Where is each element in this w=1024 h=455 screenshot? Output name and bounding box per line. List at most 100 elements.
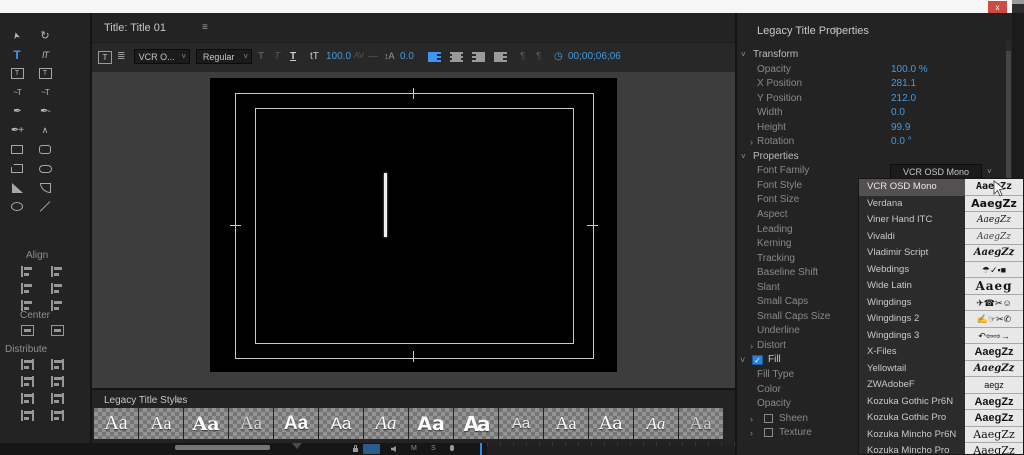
font-option[interactable]: Kozuka Mincho Pro AaegZz: [859, 443, 1023, 455]
delete-anchor-point-tool[interactable]: ✒-: [31, 102, 59, 121]
align-vertical-center-icon[interactable]: [42, 280, 72, 297]
chevron-down-icon[interactable]: ˅: [987, 167, 992, 176]
path-type-tool[interactable]: ~T: [3, 83, 31, 102]
window-close-button[interactable]: x: [988, 1, 1007, 13]
font-option[interactable]: Vivaldi AaegZz: [859, 229, 1023, 246]
style-swatch[interactable]: Aa: [364, 408, 408, 439]
clipped-corner-rectangle-tool[interactable]: [3, 159, 31, 178]
horizontal-scrollbar[interactable]: [175, 445, 270, 450]
align-horizontal-left-icon[interactable]: [12, 263, 42, 280]
underline-icon[interactable]: T: [290, 51, 296, 62]
font-style-select[interactable]: Regular ˅: [196, 49, 252, 64]
font-option[interactable]: Webdings ☂✓▪■: [859, 262, 1023, 279]
style-swatch[interactable]: Aa: [94, 408, 138, 439]
font-option[interactable]: Viner Hand ITC AaegZz: [859, 212, 1023, 229]
font-size-value[interactable]: 100.0: [326, 51, 351, 62]
font-browser-icon[interactable]: T: [98, 51, 112, 64]
convert-anchor-point-tool[interactable]: ∧: [31, 121, 59, 140]
transform-section-header[interactable]: ˅ Transform: [737, 48, 1004, 63]
distribute-vertical-center-icon[interactable]: [42, 373, 72, 390]
style-swatch[interactable]: Aa: [409, 408, 453, 439]
font-option[interactable]: Wingdings 3 ↶⇦⇨→: [859, 328, 1023, 345]
track-target-button[interactable]: [363, 444, 380, 454]
vertical-type-tool[interactable]: IT: [31, 45, 59, 64]
distribute-vertical-bottom-icon[interactable]: [42, 390, 72, 407]
show-video-clock-icon[interactable]: ◷: [554, 51, 563, 62]
area-type-tool[interactable]: T: [3, 64, 31, 83]
mute-button[interactable]: M: [411, 445, 417, 452]
style-swatch[interactable]: Aa: [454, 408, 498, 439]
sheen-checkbox[interactable]: [764, 414, 773, 423]
pen-tool[interactable]: ✒: [3, 102, 31, 121]
texture-checkbox[interactable]: [764, 428, 773, 437]
panel-menu-icon[interactable]: ≡: [176, 395, 182, 406]
arc-tool[interactable]: [31, 178, 59, 197]
font-preview: aegz: [965, 377, 1023, 394]
font-option[interactable]: X-Files AaegZz: [859, 344, 1023, 361]
faux-italic-icon[interactable]: T: [274, 51, 280, 62]
font-family-select[interactable]: VCR O... ˅: [134, 49, 190, 64]
fill-checkbox[interactable]: ✓: [752, 355, 763, 365]
style-swatch[interactable]: Aa: [139, 408, 183, 439]
selection-tool[interactable]: ➤: [3, 26, 31, 45]
speaker-icon[interactable]: [391, 446, 398, 452]
add-anchor-point-tool[interactable]: ✒+: [3, 121, 31, 140]
style-swatch[interactable]: Aa: [544, 408, 588, 439]
faux-bold-icon[interactable]: T: [258, 51, 264, 62]
style-swatch[interactable]: Aa: [634, 408, 678, 439]
style-swatch[interactable]: Aa: [589, 408, 633, 439]
font-option[interactable]: Wingdings 2 ✍☞✂✆: [859, 311, 1023, 328]
style-properties-icon[interactable]: ≣: [117, 51, 125, 62]
leading-value[interactable]: 0.0: [400, 51, 414, 62]
style-swatch[interactable]: Aa: [679, 408, 723, 439]
microphone-icon[interactable]: [450, 445, 454, 451]
distribute-horizontal-left-icon[interactable]: [12, 356, 42, 373]
font-preview: ✍☞✂✆: [965, 311, 1023, 328]
properties-section-header[interactable]: ˅ Properties: [737, 150, 1004, 165]
distribute-vertical-top-icon[interactable]: [42, 356, 72, 373]
font-option[interactable]: Kozuka Mincho Pr6N AaegZz: [859, 427, 1023, 444]
title-canvas[interactable]: [92, 72, 735, 388]
align-vertical-top-icon[interactable]: [42, 263, 72, 280]
font-option[interactable]: ZWAdobeF aegz: [859, 377, 1023, 394]
playhead-marker-icon[interactable]: [292, 443, 302, 449]
center-vertical-icon[interactable]: [12, 322, 42, 339]
font-option[interactable]: Yellowtail AaegZz: [859, 361, 1023, 378]
type-tool[interactable]: T: [3, 45, 31, 64]
font-option[interactable]: Wide Latin Aaeg: [859, 278, 1023, 295]
rounded-rectangle-tool[interactable]: [31, 140, 59, 159]
solo-button[interactable]: S: [431, 445, 436, 452]
align-horizontal-center-icon[interactable]: [12, 280, 42, 297]
rectangle-tool[interactable]: [3, 140, 31, 159]
distribute-horizontal-even-icon[interactable]: [12, 407, 42, 424]
vertical-area-type-tool[interactable]: T: [31, 64, 59, 83]
distribute-vertical-even-icon[interactable]: [42, 407, 72, 424]
round-rectangle-tool[interactable]: [31, 159, 59, 178]
playhead-line[interactable]: [480, 443, 482, 455]
vertical-path-type-tool[interactable]: ~T: [31, 83, 59, 102]
center-horizontal-icon[interactable]: [42, 322, 72, 339]
font-option[interactable]: Kozuka Gothic Pro AaegZz: [859, 410, 1023, 427]
background-timecode[interactable]: 00;00;06;06: [568, 51, 621, 62]
line-tool[interactable]: [31, 197, 59, 216]
wedge-tool[interactable]: [3, 178, 31, 197]
style-swatch[interactable]: Aa: [499, 408, 543, 439]
font-family-dropdown-list: VCR OSD Mono AaegZz Verdana AaegZz Viner…: [858, 178, 1024, 455]
font-option[interactable]: Vladimir Script AaegZz: [859, 245, 1023, 262]
rotation-tool[interactable]: ↻: [31, 26, 59, 45]
style-swatch[interactable]: Aa: [274, 408, 318, 439]
style-swatch[interactable]: Aa: [319, 408, 363, 439]
font-option[interactable]: Kozuka Gothic Pr6N AaegZz: [859, 394, 1023, 411]
style-swatch[interactable]: Aa: [184, 408, 228, 439]
video-frame[interactable]: [210, 78, 617, 372]
ellipse-tool[interactable]: [3, 197, 31, 216]
distribute-horizontal-center-icon[interactable]: [12, 373, 42, 390]
panel-menu-icon[interactable]: ≡: [833, 25, 839, 36]
leading-icon: ↕A: [384, 51, 395, 61]
font-family-row: Font Family VCR OSD Mono ˅: [737, 164, 1004, 179]
font-option[interactable]: Wingdings ✈☎✂☺: [859, 295, 1023, 312]
style-swatch[interactable]: Aa: [229, 408, 273, 439]
track-lock-icon[interactable]: [353, 448, 358, 452]
distribute-horizontal-right-icon[interactable]: [12, 390, 42, 407]
panel-menu-icon[interactable]: ≡: [202, 22, 208, 33]
